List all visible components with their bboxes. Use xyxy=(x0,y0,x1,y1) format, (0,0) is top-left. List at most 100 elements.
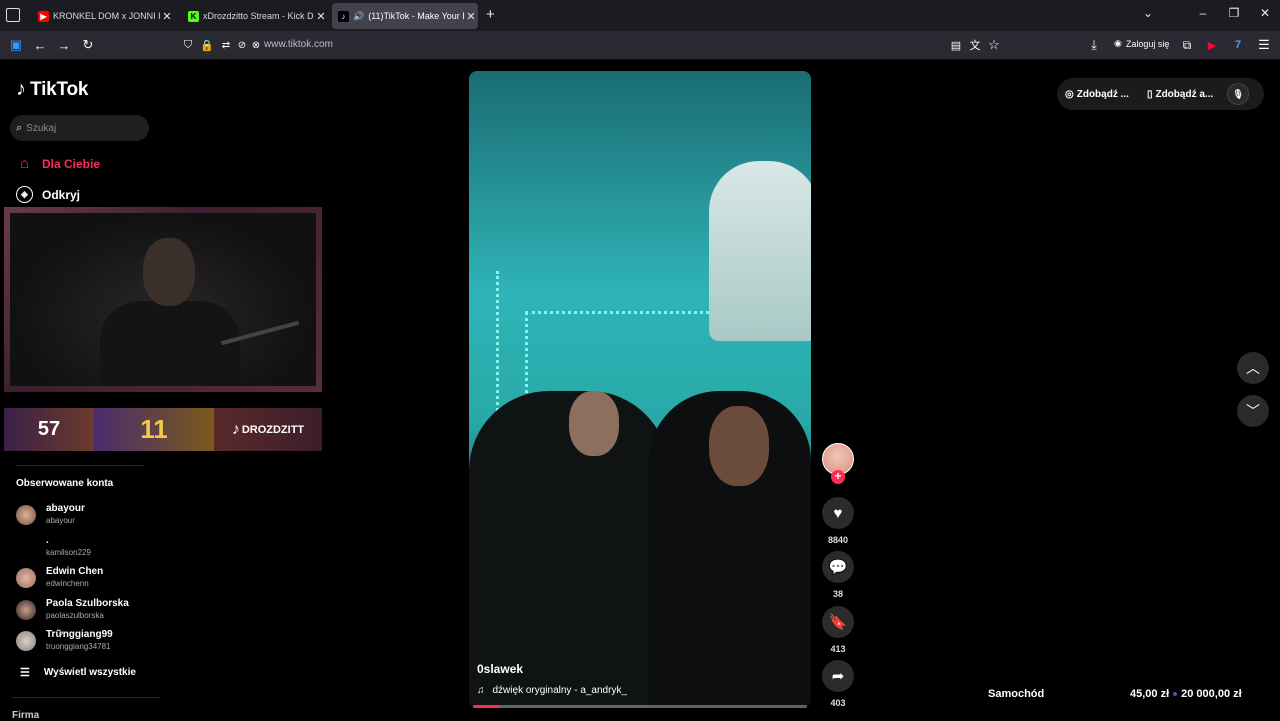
login-button[interactable]: ◉ Zaloguj się xyxy=(1114,38,1169,49)
browser-tab-bar: ▶ KRONKEL DOM x JONNI HERMA ✕ K xDrozdzi… xyxy=(0,0,1280,31)
ceiling-lamp xyxy=(709,161,811,341)
get-app-label: Zdobądź ... xyxy=(1076,88,1129,100)
youtube-extension-icon[interactable]: ▶ xyxy=(1204,37,1220,53)
account-handle: abayour xyxy=(46,516,75,525)
account-handle: kamilson229 xyxy=(46,548,91,557)
promo-prices: 45,00 zł 20 000,00 zł xyxy=(1130,688,1242,700)
new-tab-button[interactable]: + xyxy=(486,6,495,23)
tab-overflow-icon[interactable]: ⌄ xyxy=(1138,6,1158,20)
previous-video-button[interactable]: ︿ xyxy=(1237,352,1269,384)
nav-explore[interactable]: ◈ Odkryj xyxy=(16,186,80,203)
close-tab-icon[interactable]: ✕ xyxy=(464,10,478,23)
search-icon: ⌕ xyxy=(16,121,23,134)
home-icon: ⌂ xyxy=(19,155,30,172)
account-handle: edwinchenn xyxy=(46,579,89,588)
compass-icon: ◈ xyxy=(16,186,33,203)
mic-icon[interactable]: 🎙 xyxy=(1227,83,1250,105)
tab-title: xDrozdzitto Stream - Kick Dashb xyxy=(203,11,314,21)
tab-list-icon[interactable] xyxy=(6,8,20,22)
like-button[interactable]: ♥ xyxy=(822,497,854,529)
dancer-left-head xyxy=(569,391,619,456)
list-icon: ☰ xyxy=(20,667,30,679)
follow-plus-icon[interactable]: + xyxy=(831,470,845,484)
account-name: Paola Szulborska xyxy=(46,598,129,609)
get-mobile-app-button[interactable]: ▯ Zdobądź a... xyxy=(1147,89,1213,100)
tab-tiktok[interactable]: ♪ 🔊 (11)TikTok - Make Your Day ✕ xyxy=(332,3,478,29)
promo-label: Samochód xyxy=(988,688,1045,700)
search-input[interactable] xyxy=(26,122,137,134)
music-note-icon: ♫ xyxy=(477,685,485,696)
translate-icon[interactable]: 文 xyxy=(967,37,983,53)
tab-youtube[interactable]: ▶ KRONKEL DOM x JONNI HERMA ✕ xyxy=(32,3,174,29)
nav-label: Dla Ciebie xyxy=(42,156,101,171)
restore-icon[interactable]: ❐ xyxy=(1224,6,1244,20)
like-count: 8840 xyxy=(827,535,849,545)
nav-label: Odkryj xyxy=(42,187,81,202)
share-button[interactable]: ➦ xyxy=(822,660,854,692)
nav-for-you[interactable]: ⌂ Dla Ciebie xyxy=(16,155,100,172)
save-count: 413 xyxy=(830,644,846,654)
sidebar-divider xyxy=(12,697,160,698)
following-account[interactable]: Edwin Chen edwinchenn xyxy=(16,566,103,589)
avatar xyxy=(16,504,36,525)
following-account[interactable]: Paola Szulborska paolaszulborska xyxy=(16,598,129,621)
menu-icon[interactable]: ☰ xyxy=(1256,37,1272,53)
following-account[interactable]: Trữnggiang99 truonggiang34781 xyxy=(16,629,113,652)
get-desktop-app-button[interactable]: ◎ Zdobądź ... xyxy=(1065,89,1129,100)
lock-icon[interactable]: 🔒 xyxy=(199,37,215,53)
share-icon: ➦ xyxy=(831,668,845,685)
reload-icon[interactable]: ↻ xyxy=(80,37,96,53)
forward-icon[interactable]: → xyxy=(56,37,72,53)
youtube-icon: ▶ xyxy=(38,10,49,22)
close-window-icon[interactable]: ✕ xyxy=(1255,6,1275,20)
close-tab-icon[interactable]: ✕ xyxy=(314,10,328,23)
video-author[interactable]: 0slawek xyxy=(477,662,523,676)
following-account[interactable]: abayour abayour xyxy=(16,503,85,526)
downloads-icon[interactable]: ⤓ xyxy=(1086,37,1102,53)
logo-text: TikTok xyxy=(30,78,89,100)
bookmark-star-icon[interactable]: ☆ xyxy=(986,37,1002,53)
following-title: Obserwowane konta xyxy=(16,478,114,489)
dancer-right-head xyxy=(709,406,769,486)
permissions-icon[interactable]: ⇄ xyxy=(218,37,234,53)
sidebar-divider xyxy=(16,465,144,466)
account-name: Trữnggiang99 xyxy=(46,629,113,640)
back-icon[interactable]: ← xyxy=(32,37,48,53)
stream-banner: 57 11 ♪ DROZDZITT xyxy=(4,408,322,451)
seven-tv-extension-icon[interactable]: 7 xyxy=(1230,37,1246,53)
avatar xyxy=(16,630,36,651)
dancer-left xyxy=(469,391,669,708)
view-all-button[interactable]: ☰ Wyświetl wszystkie xyxy=(20,666,136,679)
close-tab-icon[interactable]: ✕ xyxy=(160,10,174,23)
video-player[interactable] xyxy=(469,71,811,708)
speaker-icon[interactable]: 🔊 xyxy=(353,11,364,22)
banner-number-1: 57 xyxy=(4,408,94,451)
desktop-app-icon: ◎ xyxy=(1065,88,1074,100)
next-video-button[interactable]: ﹀ xyxy=(1237,395,1269,427)
video-music[interactable]: ♫ dźwięk oryginalny - a_andryk_ xyxy=(477,685,627,696)
comment-count: 38 xyxy=(832,589,843,599)
video-progress-bar[interactable] xyxy=(473,705,807,708)
avatar xyxy=(16,537,36,557)
sidebar-toggle-icon[interactable]: ▣ xyxy=(8,37,24,53)
comment-button[interactable]: 💬 xyxy=(822,551,854,583)
reader-view-icon[interactable]: ▤ xyxy=(948,37,964,53)
music-title: dźwięk oryginalny - a_andryk_ xyxy=(492,685,628,696)
minimize-icon[interactable]: – xyxy=(1193,6,1213,20)
webcam-overlay xyxy=(4,207,322,392)
banner-number-2: 11 xyxy=(94,408,214,451)
following-account[interactable]: . kamilson229 xyxy=(16,535,91,558)
footer-section-title[interactable]: Firma xyxy=(12,710,39,721)
tab-kick[interactable]: K xDrozdzitto Stream - Kick Dashb ✕ xyxy=(182,3,328,29)
tiktok-logo[interactable]: ♪ TikTok xyxy=(16,78,88,101)
save-button[interactable]: 🔖 xyxy=(822,606,854,638)
search-box[interactable]: ⌕ xyxy=(10,115,149,141)
extensions-icon[interactable]: ⧉ xyxy=(1179,37,1195,53)
shield-icon[interactable]: ⛉ xyxy=(180,37,196,53)
chevron-down-icon: ﹀ xyxy=(1246,403,1260,419)
autoplay-blocked-icon[interactable]: ⊗ xyxy=(248,37,264,53)
url-bar[interactable]: www.tiktok.com xyxy=(264,39,333,50)
tiktok-icon: ♪ xyxy=(338,10,349,22)
streamer-head xyxy=(143,238,195,306)
avatar xyxy=(16,599,36,620)
